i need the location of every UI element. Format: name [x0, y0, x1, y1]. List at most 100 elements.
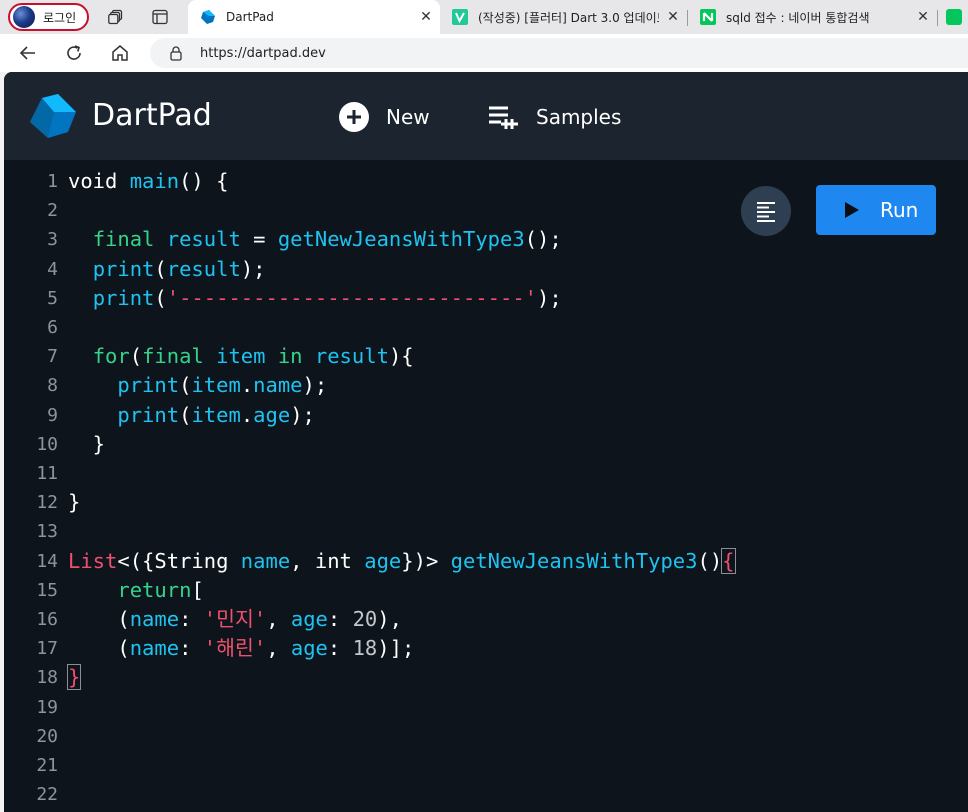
add-circle-icon [339, 102, 369, 132]
tab-naver[interactable]: sqld 접수 : 네이버 통합검색 ✕ [688, 0, 937, 34]
close-icon[interactable]: ✕ [909, 9, 937, 25]
address-bar[interactable]: https://dartpad.dev [150, 38, 968, 68]
blog-favicon-icon[interactable] [946, 9, 962, 25]
samples-button[interactable]: Samples [488, 102, 621, 132]
code-token: 20 [352, 607, 378, 631]
lock-icon[interactable] [168, 45, 184, 61]
run-button[interactable]: Run [816, 185, 936, 235]
code-line[interactable]: 7 for(final item in result){ [4, 342, 968, 371]
new-button[interactable]: New [338, 102, 430, 132]
code-token: <({String [117, 548, 241, 573]
code-token: print [117, 373, 180, 398]
format-button[interactable] [741, 186, 791, 236]
code-token: ( [68, 607, 130, 631]
code-line[interactable]: 9 print(item.age); [4, 401, 968, 430]
line-number: 21 [36, 755, 58, 776]
code-line[interactable]: 17 (name: '해린', age: 18)]; [4, 634, 968, 663]
code-line[interactable]: 13 [4, 517, 968, 546]
line-number: 5 [47, 287, 58, 309]
code-line[interactable]: 4 print(result); [4, 255, 968, 284]
dart-logo-icon [30, 94, 76, 138]
code-token: age [290, 636, 328, 661]
code-line[interactable]: 21 [4, 751, 968, 780]
code-text: print(result); [68, 255, 266, 284]
code-text: } [66, 663, 82, 692]
code-line[interactable]: 20 [4, 722, 968, 751]
code-editor[interactable]: 1 void main() {2 3 final result = getNewJe… [4, 160, 968, 812]
profile-button[interactable]: 로그인 [8, 3, 89, 31]
code-token: ), [377, 607, 402, 631]
line-number: 17 [36, 638, 58, 660]
tab-title: DartPad [226, 10, 274, 24]
code-token: name [129, 607, 180, 631]
code-token: getNewJeansWithType3 [450, 548, 698, 573]
tab-separator [937, 10, 938, 26]
profile-label: 로그인 [43, 10, 77, 25]
code-line[interactable]: 5 print('----------------------------'); [4, 284, 968, 313]
code-line[interactable]: 22 [4, 780, 968, 809]
line-number: 1 [47, 171, 58, 192]
code-token: name [240, 548, 291, 573]
code-token: } [66, 664, 82, 691]
code-token: result [166, 227, 241, 252]
code-text: } [68, 488, 80, 517]
code-token: print [117, 402, 180, 427]
dartpad-app: DartPad New Samples 1 void main() {2 3 fin… [4, 72, 968, 812]
line-number: 19 [36, 696, 58, 718]
line-number: 15 [36, 579, 58, 601]
code-line[interactable]: 16 (name: '민지', age: 20), [4, 605, 968, 634]
code-token: ( [154, 285, 167, 310]
code-token: main [129, 169, 180, 193]
line-number: 8 [47, 375, 58, 397]
code-token: '해린' [203, 636, 267, 661]
code-text: final result = getNewJeansWithType3(); [68, 225, 562, 254]
tab-dartpad[interactable]: DartPad ✕ [188, 0, 440, 34]
code-token: name [253, 373, 303, 398]
close-icon[interactable]: ✕ [412, 9, 440, 25]
code-token: for [92, 344, 130, 369]
code-token: ( [154, 256, 167, 281]
code-token: () { [179, 169, 229, 193]
code-token: final [142, 344, 204, 369]
refresh-icon[interactable] [64, 43, 84, 63]
code-token: ){ [388, 344, 414, 369]
code-line[interactable]: 12} [4, 488, 968, 517]
close-icon[interactable]: ✕ [659, 9, 687, 25]
code-line[interactable]: 10 } [4, 430, 968, 459]
code-token: })> [401, 548, 451, 573]
code-text: (name: '민지', age: 20), [68, 605, 402, 634]
code-text: print(item.name); [68, 371, 327, 400]
code-token: result [166, 256, 241, 281]
code-line[interactable]: 15 return[ [4, 576, 968, 605]
back-arrow-icon[interactable] [18, 43, 38, 63]
code-line[interactable]: 14 List<({String name, int age})> getNewJ… [4, 547, 968, 576]
browser-toolbar: https://dartpad.dev [0, 34, 968, 72]
velog-icon [452, 9, 468, 25]
code-token: ( [179, 402, 192, 427]
code-token: ); [302, 373, 328, 398]
code-line[interactable]: 6 [4, 313, 968, 342]
code-line[interactable]: 19 [4, 693, 968, 722]
code-token: ); [290, 402, 315, 427]
code-token: age [290, 607, 328, 631]
home-icon[interactable] [110, 43, 130, 63]
tab-velog[interactable]: (작성중) [플러터] Dart 3.0 업데이트 ✕ [440, 0, 687, 34]
code-token: ( [68, 636, 130, 661]
code-token: void [68, 169, 130, 193]
code-line[interactable]: 11 [4, 459, 968, 488]
code-token: 18 [352, 636, 378, 661]
code-token: final [92, 227, 155, 252]
code-token: )]; [377, 636, 415, 661]
code-line[interactable]: 8 print(item.name); [4, 371, 968, 400]
new-label: New [386, 105, 430, 129]
tab-actions-icon[interactable] [152, 9, 168, 25]
code-line[interactable]: 18} [4, 663, 968, 692]
run-label: Run [880, 198, 919, 222]
workspaces-icon[interactable] [108, 9, 124, 25]
code-token: : [327, 607, 353, 631]
code-token: { [721, 547, 736, 574]
